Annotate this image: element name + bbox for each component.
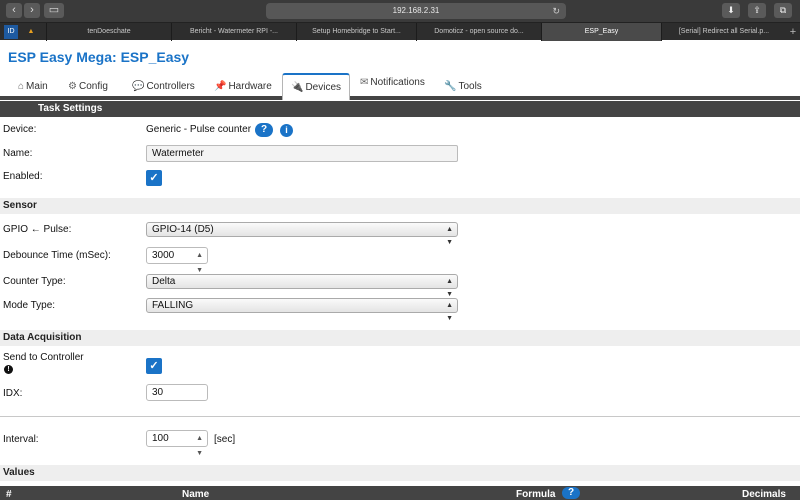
speech-bubble-icon: 💬 (132, 81, 145, 92)
pin-icon: 📌 (214, 81, 227, 92)
section-header-task-settings: Task Settings (0, 101, 800, 117)
values-table-header: # Name Formula ? Decimals (0, 486, 800, 500)
browser-tab-strip: ID ▲ tenDoeschate Bericht - Watermeter R… (0, 22, 800, 41)
idx-label: IDX: (3, 388, 23, 399)
counter-type-label: Counter Type: (3, 276, 66, 287)
gpio-label: GPIO ← Pulse: (3, 224, 72, 235)
info-icon[interactable]: i (280, 124, 293, 137)
mode-type-select[interactable]: FALLING ▲ ▼ (146, 298, 458, 322)
column-header-name: Name (182, 489, 210, 500)
debounce-input[interactable]: 3000 ▲ ▼ (146, 247, 208, 274)
browser-tab[interactable]: Bericht - Watermeter RPI -... (171, 23, 296, 41)
share-icon[interactable]: ⇪ (748, 3, 766, 18)
column-header-formula: Formula (516, 489, 556, 500)
gpio-select-value: GPIO-14 (D5) (152, 224, 214, 235)
name-input[interactable]: Watermeter (146, 145, 458, 162)
menu-item-label: Devices (305, 81, 342, 93)
address-text: 192.168.2.31 (392, 6, 440, 15)
section-header-values: Values (0, 465, 800, 481)
menu-item-label: Main (26, 81, 48, 92)
reload-icon[interactable]: ↻ (552, 3, 560, 19)
menu-item-controllers[interactable]: 💬 Controllers (132, 76, 195, 98)
forward-button[interactable]: › (24, 3, 40, 18)
home-icon: ⌂ (18, 81, 25, 92)
browser-tab[interactable]: tenDoeschate (46, 23, 171, 41)
interval-input[interactable]: 100 ▲ ▼ (146, 430, 208, 457)
pinned-tab-icon[interactable]: ID (4, 25, 18, 39)
plug-icon: 🔌 (291, 81, 304, 93)
interval-label: Interval: (3, 434, 39, 445)
back-button[interactable]: ‹ (6, 3, 22, 18)
wrench-icon: 🔧 (444, 81, 457, 92)
gear-icon: ⚙ (68, 81, 77, 92)
main-menu: ⌂ Main ⚙ Config 💬 Controllers 📌 Hardware… (0, 72, 800, 100)
gpio-select[interactable]: GPIO-14 (D5) ▲ ▼ (146, 222, 458, 246)
browser-tab[interactable]: Domoticz - open source do... (416, 23, 541, 41)
name-label: Name: (3, 148, 33, 159)
envelope-icon: ✉ (360, 77, 369, 88)
sidebar-icon[interactable]: ▭ (44, 3, 64, 18)
menu-item-label: Tools (458, 81, 482, 92)
interval-unit: [sec] (214, 434, 236, 445)
mode-type-label: Mode Type: (3, 300, 56, 311)
send-to-controller-label: Send to Controller (3, 352, 84, 363)
menu-item-devices[interactable]: 🔌 Devices (282, 73, 351, 100)
enabled-checkbox[interactable]: ✓ (146, 170, 162, 186)
help-icon[interactable]: ? (255, 123, 273, 137)
menu-item-label: Controllers (146, 81, 195, 92)
enabled-label: Enabled: (3, 171, 43, 182)
device-label: Device: (3, 124, 37, 135)
formula-help-icon[interactable]: ? (562, 487, 580, 499)
debounce-label: Debounce Time (mSec): (3, 250, 111, 261)
menu-item-label: Hardware (228, 81, 272, 92)
debounce-input-value: 3000 (152, 250, 175, 261)
interval-input-value: 100 (152, 433, 169, 444)
divider (0, 416, 800, 417)
browser-tab[interactable]: Setup Homebridge to Start... (296, 23, 416, 41)
menu-item-label: Config (78, 81, 108, 92)
column-header-decimals: Decimals (742, 489, 786, 500)
column-header-number: # (6, 489, 12, 500)
browser-toolbar: ‹ › ▭ 192.168.2.31 ↻ ⬇ ⇪ ⧉ (0, 0, 800, 22)
new-tab-button[interactable]: + (786, 23, 800, 41)
tabs-overview-icon[interactable]: ⧉ (774, 3, 792, 18)
browser-tab-active[interactable]: ESP_Easy (541, 23, 661, 41)
stepper-arrows-icon[interactable]: ▲ ▼ (196, 431, 203, 461)
counter-type-select-value: Delta (152, 276, 176, 287)
section-header-data-acquisition: Data Acquisition (0, 330, 800, 346)
download-icon[interactable]: ⬇ (722, 3, 740, 18)
pinned-tab-icon[interactable]: ▲ (24, 25, 38, 39)
menu-item-hardware[interactable]: 📌 Hardware (214, 76, 272, 98)
idx-input[interactable]: 30 (146, 384, 208, 401)
section-header-sensor: Sensor (0, 198, 800, 214)
address-bar[interactable]: 192.168.2.31 ↻ (266, 3, 566, 19)
idx-input-value: 30 (152, 387, 164, 398)
send-to-controller-checkbox[interactable]: ✓ (146, 358, 162, 374)
device-value: Generic - Pulse counter (146, 124, 252, 135)
menu-item-main[interactable]: ⌂ Main (18, 76, 48, 98)
menu-item-notifications[interactable]: ✉ Notifications (360, 72, 425, 94)
select-arrows-icon: ▲ ▼ (446, 302, 453, 322)
browser-tab[interactable]: [Serial] Redirect all Serial.p... (661, 23, 786, 41)
menu-item-config[interactable]: ⚙ Config (68, 76, 108, 98)
select-arrows-icon: ▲ ▼ (446, 226, 453, 246)
menu-item-label: Notifications (370, 77, 425, 88)
mode-type-select-value: FALLING (152, 300, 194, 311)
menu-item-tools[interactable]: 🔧 Tools (444, 76, 482, 98)
counter-type-select[interactable]: Delta ▲ ▼ (146, 274, 458, 298)
warning-icon: ! (4, 365, 13, 374)
page-title: ESP Easy Mega: ESP_Easy (8, 49, 190, 65)
